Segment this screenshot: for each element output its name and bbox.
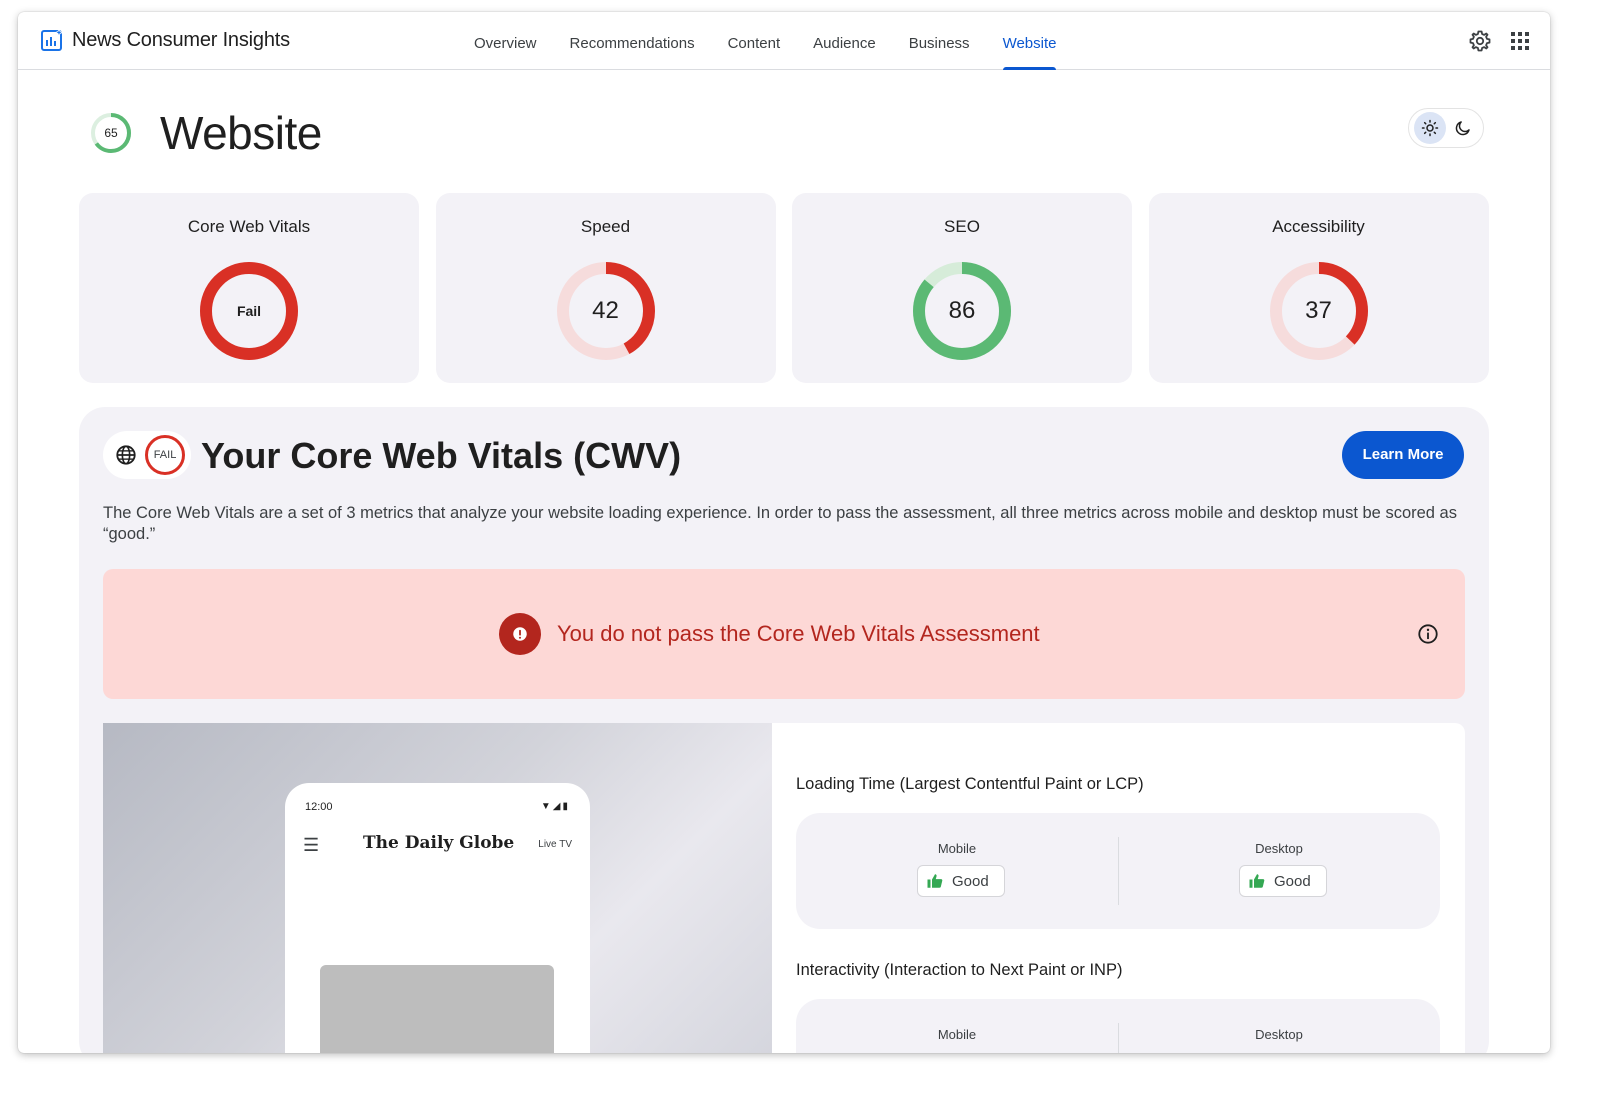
thumbs-up-icon (927, 874, 943, 888)
seo-value: 86 (948, 297, 976, 324)
cwv-alert-banner: You do not pass the Core Web Vitals Asse… (103, 569, 1465, 699)
card-title: Accessibility (1272, 217, 1365, 236)
info-icon[interactable] (1417, 623, 1439, 645)
card-seo[interactable]: SEO 86 (792, 193, 1132, 383)
cwv-gauge: Fail (199, 261, 299, 361)
live-tv-link: Live TV (538, 839, 572, 850)
app-name: News Consumer Insights (72, 28, 290, 51)
lcp-mobile-value: Good (952, 872, 989, 890)
lcp-results: Mobile Good Desktop Good (796, 813, 1440, 929)
image-placeholder (320, 965, 554, 1053)
phone-mockup: 12:00 ▼◢▮ ☰ The Daily Globe Live TV (285, 783, 590, 1053)
top-bar: News Consumer Insights Overview Recommen… (18, 12, 1550, 70)
page-header: 65 Website (90, 106, 322, 160)
score-cards: Core Web Vitals Fail Speed 42 SEO 86 Acc… (79, 193, 1505, 383)
error-icon (499, 613, 541, 655)
inp-label: Interactivity (Interaction to Next Paint… (796, 961, 1123, 979)
desktop-label: Desktop (1255, 1027, 1303, 1042)
overall-score-gauge: 65 (90, 112, 132, 154)
metrics-panel: Loading Time (Largest Contentful Paint o… (772, 723, 1465, 1053)
top-icons (1452, 29, 1532, 53)
moon-icon (1455, 121, 1470, 136)
main-nav: Overview Recommendations Content Audienc… (474, 12, 1089, 70)
tab-business[interactable]: Business (909, 12, 970, 70)
seo-gauge: 86 (912, 261, 1012, 361)
desktop-label: Desktop (1255, 841, 1303, 856)
apps-grid-icon[interactable] (1508, 29, 1532, 53)
lcp-mobile: Mobile Good (796, 813, 1118, 929)
card-accessibility[interactable]: Accessibility 37 (1148, 193, 1489, 383)
cwv-status-badge: FAIL (103, 431, 191, 479)
brand[interactable]: News Consumer Insights (40, 28, 290, 52)
settings-gear-icon[interactable] (1468, 29, 1492, 53)
site-preview: 12:00 ▼◢▮ ☰ The Daily Globe Live TV (103, 723, 772, 1053)
tab-audience[interactable]: Audience (813, 12, 876, 70)
card-title: SEO (944, 217, 980, 236)
cwv-panel: FAIL Your Core Web Vitals (CWV) Learn Mo… (79, 407, 1489, 1053)
card-title: Speed (580, 217, 631, 236)
speed-gauge: 42 (556, 261, 656, 361)
theme-toggle[interactable] (1408, 108, 1484, 148)
cwv-description: The Core Web Vitals are a set of 3 metri… (103, 504, 1457, 543)
site-logo: The Daily Globe (363, 833, 515, 853)
card-speed[interactable]: Speed 42 (435, 193, 776, 383)
thumbs-up-icon (1249, 874, 1265, 888)
lcp-desktop-chip: Good (1239, 865, 1327, 897)
tab-overview[interactable]: Overview (474, 12, 537, 70)
dark-mode-button[interactable] (1447, 112, 1479, 144)
hamburger-menu-icon: ☰ (303, 835, 320, 855)
fail-badge: FAIL (145, 435, 185, 475)
inp-mobile: Mobile (796, 999, 1118, 1053)
lcp-desktop-value: Good (1274, 872, 1311, 890)
light-mode-button[interactable] (1413, 112, 1446, 144)
phone-status-icons: ▼◢▮ (540, 801, 570, 812)
phone-time: 12:00 (305, 801, 333, 813)
globe-icon (116, 445, 136, 465)
analytics-logo-icon (41, 28, 64, 51)
alert-message: You do not pass the Core Web Vitals Asse… (557, 621, 1040, 646)
lcp-desktop: Desktop Good (1118, 813, 1440, 929)
speed-value: 42 (592, 297, 619, 324)
card-title: Core Web Vitals (187, 217, 311, 236)
learn-more-button[interactable]: Learn More (1342, 431, 1464, 479)
mobile-label: Mobile (937, 1027, 977, 1042)
inp-results: Mobile Desktop (796, 999, 1440, 1053)
mobile-label: Mobile (937, 841, 977, 856)
inp-desktop: Desktop (1118, 999, 1440, 1053)
lcp-mobile-chip: Good (917, 865, 1005, 897)
tab-website[interactable]: Website (1002, 12, 1056, 70)
sun-icon (1421, 119, 1438, 137)
cwv-value: Fail (236, 303, 262, 319)
card-core-web-vitals[interactable]: Core Web Vitals Fail (79, 193, 419, 383)
accessibility-gauge: 37 (1269, 261, 1369, 361)
cwv-title: Your Core Web Vitals (CWV) (201, 435, 682, 476)
app-window: News Consumer Insights Overview Recommen… (18, 12, 1550, 1053)
lcp-label: Loading Time (Largest Contentful Paint o… (796, 775, 1144, 793)
page-title: Website (160, 107, 322, 159)
tab-recommendations[interactable]: Recommendations (570, 12, 695, 70)
tab-content[interactable]: Content (728, 12, 781, 70)
accessibility-value: 37 (1305, 297, 1332, 324)
overall-score-value: 65 (104, 126, 118, 140)
